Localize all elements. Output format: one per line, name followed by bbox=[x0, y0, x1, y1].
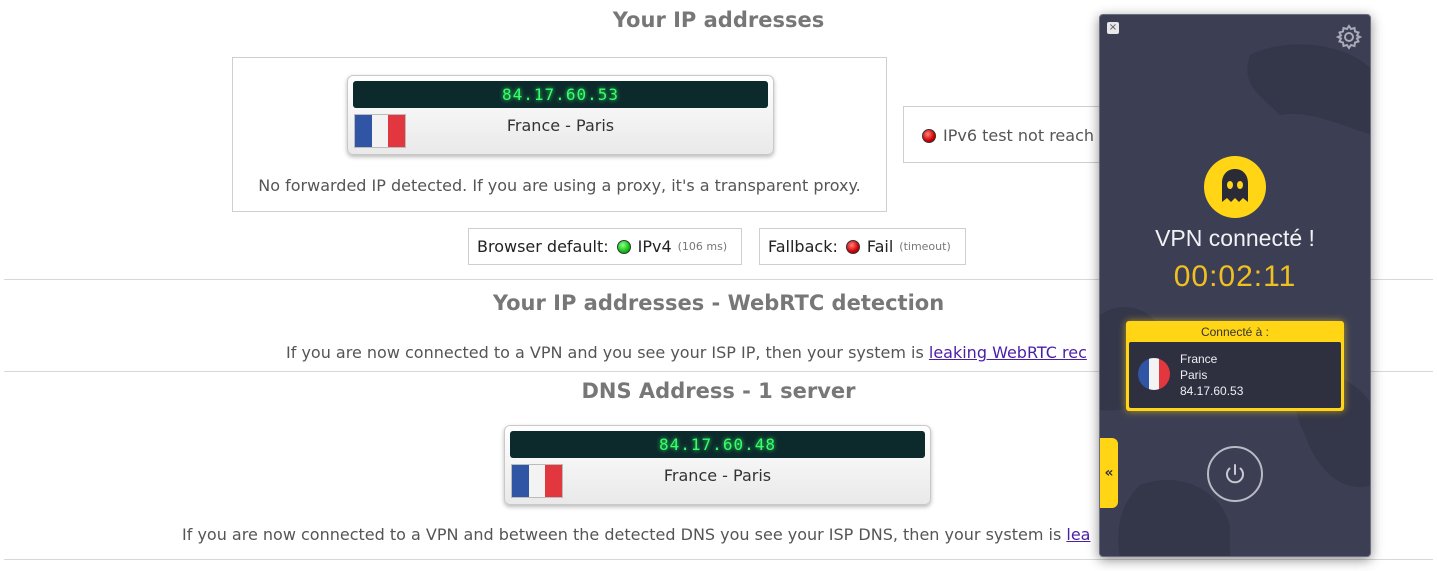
close-icon[interactable]: × bbox=[1107, 22, 1119, 34]
connection-info-card[interactable]: Connecté à : France Paris 84.17.60.53 bbox=[1126, 321, 1344, 411]
vpn-app-window: × VPN connecté ! 00:02:11 Connecté à : F… bbox=[1099, 14, 1371, 557]
dns-leak-link[interactable]: lea bbox=[1066, 525, 1090, 544]
webrtc-note: If you are now connected to a VPN and yo… bbox=[286, 343, 1087, 362]
gear-icon[interactable] bbox=[1336, 24, 1362, 50]
divider bbox=[4, 559, 1433, 560]
dns-location: France - Paris bbox=[663, 466, 772, 485]
connected-to-label: Connecté à : bbox=[1200, 325, 1270, 339]
vpn-status-text: VPN connecté ! bbox=[1155, 225, 1315, 251]
forwarded-ip-note: No forwarded IP detected. If you are usi… bbox=[258, 176, 861, 195]
ipv4-address: 84.17.60.53 bbox=[353, 81, 768, 108]
france-flag-icon bbox=[1138, 358, 1170, 390]
expand-panel-tab[interactable]: « bbox=[1100, 438, 1118, 508]
server-country: France bbox=[1180, 352, 1218, 366]
dns-note: If you are now connected to a VPN and be… bbox=[182, 525, 1091, 544]
ip-result-card: 84.17.60.53 France - Paris No forwarded … bbox=[232, 57, 887, 212]
ipv6-status-text: IPv6 test not reach bbox=[943, 126, 1095, 145]
ghost-logo-icon bbox=[1204, 156, 1266, 218]
status-dot-red-icon bbox=[922, 128, 936, 143]
webrtc-leak-link[interactable]: leaking WebRTC rec bbox=[929, 343, 1087, 362]
server-city: Paris bbox=[1180, 368, 1208, 382]
browser-default-timing: (106 ms) bbox=[677, 240, 728, 253]
fallback-detail: (timeout) bbox=[899, 240, 951, 253]
ipv6-card: IPv6 test not reach bbox=[903, 106, 1113, 163]
fallback-result: Fail bbox=[866, 237, 894, 256]
server-ip: 84.17.60.53 bbox=[1180, 384, 1244, 398]
fallback-label: Fallback: bbox=[768, 237, 838, 256]
power-icon bbox=[1226, 464, 1244, 484]
fallback-pill: Fallback: Fail (timeout) bbox=[759, 228, 966, 265]
power-button[interactable] bbox=[1207, 446, 1263, 502]
status-dot-red-icon bbox=[845, 239, 860, 254]
ipv4-location: France - Paris bbox=[506, 116, 615, 135]
browser-default-pill: Browser default: IPv4 (106 ms) bbox=[468, 228, 742, 265]
browser-default-protocol: IPv4 bbox=[637, 237, 672, 256]
dns-address: 84.17.60.48 bbox=[510, 431, 925, 458]
connection-timer: 00:02:11 bbox=[1173, 260, 1297, 293]
dns-widget: 84.17.60.48 France - Paris bbox=[504, 425, 931, 505]
browser-default-label: Browser default: bbox=[477, 237, 609, 256]
server-details: France Paris 84.17.60.53 bbox=[1129, 342, 1341, 408]
ipv4-widget: 84.17.60.53 France - Paris bbox=[347, 75, 774, 155]
status-dot-green-icon bbox=[616, 239, 631, 254]
